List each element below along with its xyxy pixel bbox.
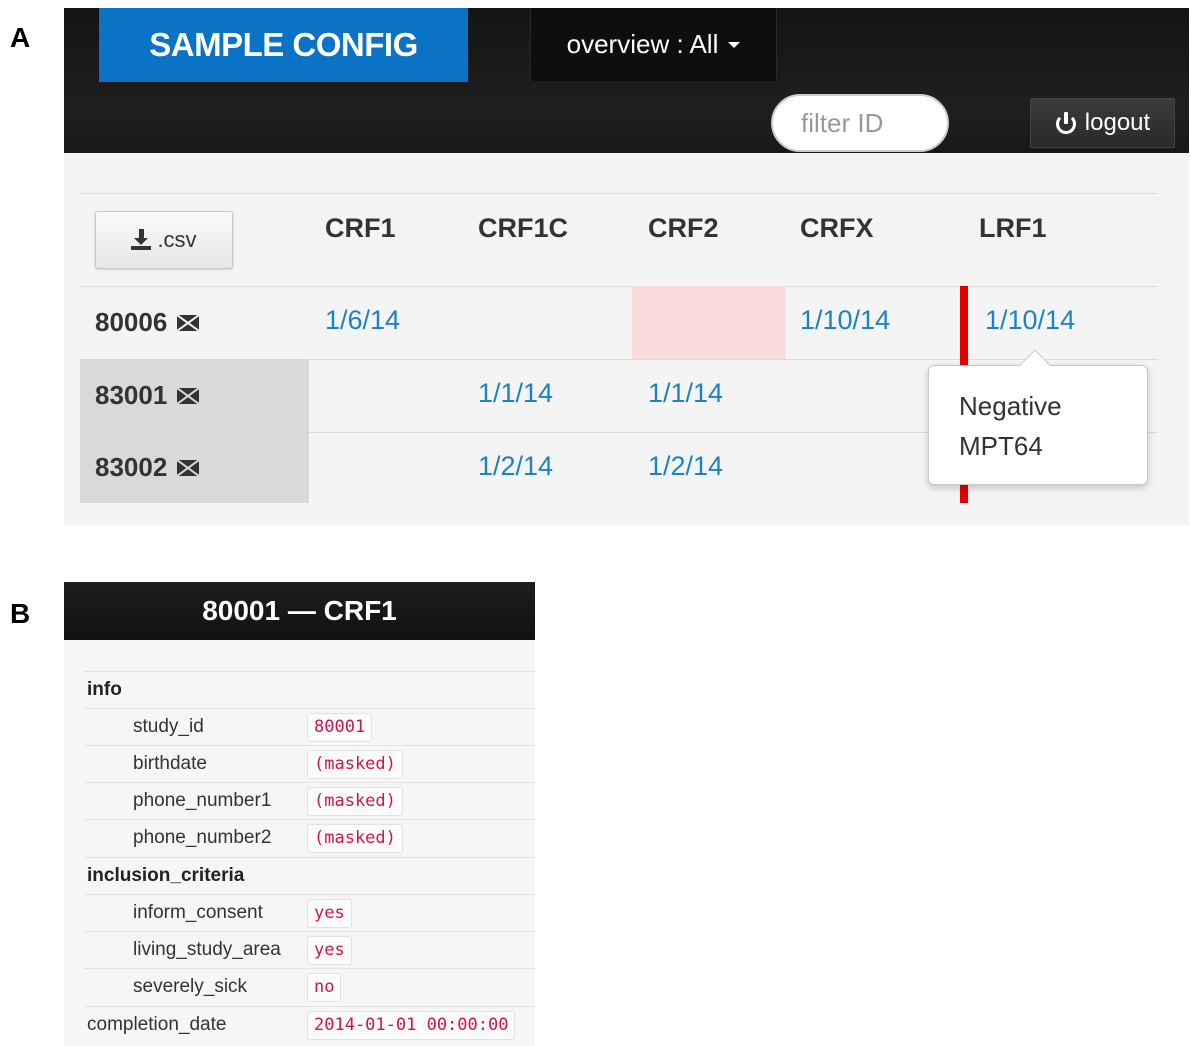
view-dropdown-label: overview : All — [566, 29, 719, 59]
section-header: inclusion_criteria — [84, 857, 535, 894]
participant-id: 80006 — [95, 307, 168, 337]
table-row: 80006 — [80, 286, 309, 359]
field-value: (masked) — [307, 824, 403, 853]
missing-cell-highlight[interactable] — [632, 286, 785, 359]
mail-icon[interactable] — [177, 459, 200, 476]
column-header-crf1: CRF1 — [325, 213, 396, 243]
date-link[interactable]: 1/1/14 — [478, 378, 553, 409]
section-info-label: info — [87, 679, 122, 700]
date-link[interactable]: 1/2/14 — [648, 451, 723, 482]
field-value: (masked) — [307, 750, 403, 779]
field-value: 80001 — [307, 713, 373, 742]
field-row: study_id 80001 — [84, 708, 535, 745]
column-header-crf1c: CRF1C — [478, 213, 569, 243]
field-label: living_study_area — [133, 939, 281, 960]
date-link[interactable]: 1/1/14 — [648, 378, 723, 409]
brand-logo[interactable]: SAMPLE CONFIG — [99, 8, 468, 82]
field-label: inform_consent — [133, 902, 263, 923]
form-detail-panel: 80001 — CRF1 info study_id 80001 birthda… — [64, 582, 535, 1046]
field-row: phone_number1 (masked) — [84, 782, 535, 819]
column-header-crfx: CRFX — [800, 213, 874, 243]
tooltip-line: MPT64 — [959, 431, 1043, 461]
field-label: completion_date — [87, 1014, 227, 1035]
section-inclusion-label: inclusion_criteria — [87, 865, 245, 886]
download-icon — [131, 229, 152, 251]
date-link[interactable]: 1/10/14 — [800, 305, 890, 336]
navbar: SAMPLE CONFIG overview : All logout — [64, 8, 1189, 153]
logout-label: logout — [1084, 109, 1151, 136]
field-row: inform_consent yes — [84, 894, 535, 931]
field-value: yes — [307, 936, 352, 965]
csv-label: .csv — [157, 227, 197, 252]
panel-label-a: A — [10, 22, 31, 53]
field-row: phone_number2 (masked) — [84, 819, 535, 856]
field-value: 2014-01-01 00:00:00 — [307, 1011, 516, 1040]
tooltip-line: Negative — [959, 391, 1062, 421]
field-label: birthdate — [133, 753, 207, 774]
date-link[interactable]: 1/2/14 — [478, 451, 553, 482]
panel-label-b: B — [10, 598, 31, 629]
field-row: birthdate (masked) — [84, 745, 535, 782]
field-row: completion_date 2014-01-01 00:00:00 — [84, 1006, 535, 1043]
section-header: info — [84, 671, 535, 708]
logout-button[interactable]: logout — [1030, 98, 1175, 148]
field-row: living_study_area yes — [84, 931, 535, 968]
field-label: phone_number1 — [133, 790, 272, 811]
field-value: no — [307, 973, 342, 1002]
column-header-crf2: CRF2 — [648, 213, 719, 243]
field-label: study_id — [133, 716, 204, 737]
field-value: yes — [307, 899, 352, 928]
field-label: severely_sick — [133, 976, 248, 997]
field-label: phone_number2 — [133, 827, 272, 848]
csv-download-button[interactable]: .csv — [95, 211, 233, 269]
mail-icon[interactable] — [177, 387, 200, 404]
form-title: 80001 — CRF1 — [64, 582, 535, 640]
date-link[interactable]: 1/6/14 — [325, 305, 400, 336]
mail-icon[interactable] — [177, 314, 200, 331]
field-value: (masked) — [307, 787, 403, 816]
caret-down-icon — [728, 41, 741, 48]
participant-id: 83001 — [95, 380, 168, 410]
grid-top-divider — [80, 193, 1158, 194]
field-row: severely_sick no — [84, 968, 535, 1005]
table-row: 83001 — [80, 359, 309, 432]
table-row: 83002 — [80, 432, 309, 503]
column-header-lrf1: LRF1 — [979, 213, 1047, 243]
date-link[interactable]: 1/10/14 — [985, 305, 1075, 336]
participant-id: 83002 — [95, 452, 168, 482]
filter-id-input[interactable] — [771, 94, 949, 152]
view-dropdown[interactable]: overview : All — [530, 8, 777, 81]
result-tooltip: Negative MPT64 — [928, 349, 1148, 485]
power-icon — [1055, 112, 1077, 134]
overview-panel: SAMPLE CONFIG overview : All logout .csv… — [64, 8, 1189, 525]
